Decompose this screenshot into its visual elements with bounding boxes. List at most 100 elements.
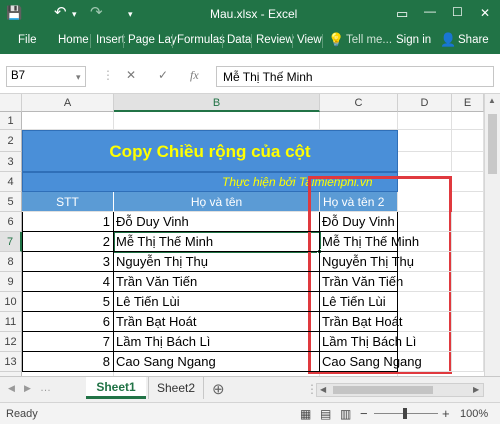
column-header-a[interactable]: A	[22, 94, 114, 112]
name-2-cell[interactable]: Trần Văn Tiến	[320, 272, 403, 292]
column-header-b[interactable]: B	[114, 94, 320, 112]
name-2-cell[interactable]: Mễ Thị Thế Minh	[320, 232, 419, 252]
cell[interactable]	[320, 112, 398, 130]
scroll-thumb[interactable]	[333, 386, 433, 394]
row-header-selected[interactable]: 7	[0, 232, 22, 252]
page-break-view-icon[interactable]: ▥	[340, 407, 351, 421]
header-stt[interactable]: STT	[22, 192, 114, 212]
horizontal-scrollbar[interactable]: ◀ ▶	[316, 383, 484, 397]
scroll-up-icon[interactable]: ▲	[488, 96, 496, 105]
cell[interactable]	[452, 212, 484, 232]
add-sheet-icon[interactable]: ⊕	[212, 380, 225, 398]
row-header[interactable]: 6	[0, 212, 22, 232]
formula-input[interactable]: Mễ Thị Thế Minh	[216, 66, 494, 87]
redo-icon[interactable]: ↷	[90, 3, 103, 21]
stt-cell[interactable]: 8	[22, 352, 114, 372]
page-layout-view-icon[interactable]: ▤	[320, 407, 331, 421]
zoom-out-button[interactable]: −	[360, 406, 368, 421]
cell[interactable]	[398, 332, 452, 352]
row-header[interactable]: 10	[0, 292, 22, 312]
customize-qat-icon[interactable]: ▾	[128, 9, 133, 20]
row-header[interactable]: 4	[0, 172, 22, 192]
minimize-icon[interactable]: —	[424, 4, 436, 18]
tab-sheet1[interactable]: Sheet1	[86, 377, 146, 399]
cancel-icon[interactable]: ✕	[126, 68, 136, 82]
cell[interactable]	[398, 152, 452, 172]
name-box[interactable]: B7	[6, 66, 86, 87]
zoom-level[interactable]: 100%	[460, 408, 488, 420]
stt-cell[interactable]: 3	[22, 252, 114, 272]
cell[interactable]	[452, 172, 484, 192]
cell[interactable]	[452, 352, 484, 372]
cell[interactable]	[22, 112, 114, 130]
cell[interactable]	[452, 192, 484, 212]
cell[interactable]	[452, 332, 484, 352]
cell[interactable]	[452, 152, 484, 172]
tell-me-box[interactable]: Tell me...	[346, 34, 392, 46]
stt-cell[interactable]: 2	[22, 232, 114, 252]
row-header[interactable]: 13	[0, 352, 22, 372]
row-header[interactable]: 1	[0, 112, 22, 130]
share-icon[interactable]: 👤	[440, 32, 456, 48]
zoom-in-button[interactable]: +	[442, 406, 450, 421]
tab-page-layout[interactable]: Page Lay	[128, 34, 177, 46]
cell[interactable]	[398, 232, 452, 252]
stt-cell[interactable]: 4	[22, 272, 114, 292]
sign-in-link[interactable]: Sign in	[396, 34, 431, 46]
tab-formulas[interactable]: Formulas	[177, 34, 225, 46]
cell[interactable]	[452, 232, 484, 252]
cell[interactable]	[452, 292, 484, 312]
cell[interactable]	[452, 312, 484, 332]
row-header[interactable]: 8	[0, 252, 22, 272]
tab-sheet2[interactable]: Sheet2	[148, 377, 204, 399]
cell[interactable]	[398, 212, 452, 232]
cell[interactable]	[398, 352, 452, 372]
zoom-slider-thumb[interactable]	[403, 408, 407, 419]
cell[interactable]	[398, 272, 452, 292]
cell[interactable]	[398, 292, 452, 312]
maximize-icon[interactable]: ☐	[452, 5, 463, 19]
cell[interactable]	[398, 312, 452, 332]
name-2-cell[interactable]: Nguyễn Thị Thụ	[320, 252, 414, 272]
name-cell[interactable]: Đỗ Duy Vinh	[114, 212, 320, 232]
header-name[interactable]: Họ và tên	[114, 192, 320, 212]
row-header[interactable]: 11	[0, 312, 22, 332]
tab-data[interactable]: Data	[227, 34, 251, 46]
name-2-cell[interactable]: Trần Bạt Hoát	[320, 312, 402, 332]
close-icon[interactable]: ✕	[480, 6, 490, 20]
column-header-c[interactable]: C	[320, 94, 398, 112]
cell[interactable]	[452, 112, 484, 130]
scroll-thumb[interactable]	[488, 114, 497, 174]
stt-cell[interactable]: 6	[22, 312, 114, 332]
name-cell[interactable]: Trần Bạt Hoát	[114, 312, 320, 332]
row-header[interactable]: 5	[0, 192, 22, 212]
cell[interactable]	[398, 112, 452, 130]
name-cell[interactable]: Nguyễn Thị Thụ	[114, 252, 320, 272]
tab-file[interactable]: File	[18, 34, 37, 46]
scroll-tabs-right-icon[interactable]: ▶	[24, 383, 31, 394]
cell[interactable]	[452, 272, 484, 292]
name-cell[interactable]: Trần Văn Tiến	[114, 272, 320, 292]
share-button[interactable]: Share	[458, 34, 489, 46]
save-icon[interactable]: 💾	[6, 5, 22, 21]
cell[interactable]	[398, 252, 452, 272]
undo-dropdown-icon[interactable]: ▾	[72, 9, 77, 20]
scroll-right-icon[interactable]: ▶	[473, 385, 479, 394]
tab-view[interactable]: View	[297, 34, 322, 46]
stt-cell[interactable]: 1	[22, 212, 114, 232]
ribbon-display-icon[interactable]: ▭	[396, 6, 408, 22]
undo-icon[interactable]: ↶	[54, 3, 67, 21]
normal-view-icon[interactable]: ▦	[300, 407, 311, 421]
select-all-corner[interactable]	[0, 94, 22, 112]
row-header[interactable]: 2	[0, 130, 22, 152]
tab-insert[interactable]: Insert	[96, 34, 125, 46]
row-header[interactable]: 12	[0, 332, 22, 352]
name-2-cell[interactable]: Cao Sang Ngang	[320, 352, 422, 372]
cell[interactable]	[114, 112, 320, 130]
cell[interactable]	[398, 130, 452, 152]
name-cell[interactable]: Lê Tiến Lùi	[114, 292, 320, 312]
insert-function-button[interactable]: fx	[190, 68, 199, 83]
name-2-cell[interactable]: Đỗ Duy Vinh	[320, 212, 398, 232]
more-tabs-icon[interactable]: …	[40, 382, 51, 394]
name-cell[interactable]: Cao Sang Ngang	[114, 352, 320, 372]
